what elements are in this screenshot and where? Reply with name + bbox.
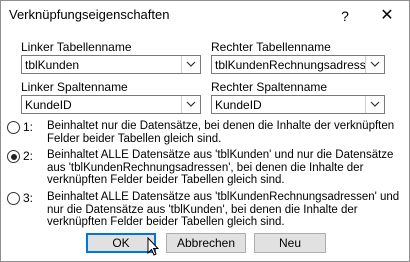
ok-button[interactable]: OK: [86, 233, 156, 253]
right-table-label: Rechter Tabellenname: [211, 40, 331, 54]
right-table-value: tblKundenRechnungsadressen: [215, 58, 367, 72]
new-button[interactable]: Neu: [254, 233, 326, 253]
option-2-line: verknüpften Felder beider Tabellen gleic…: [47, 174, 285, 186]
option-1-radio[interactable]: [7, 121, 20, 134]
option-2-line: Beinhaltet ALLE Datensätze aus 'tblKunde…: [47, 149, 394, 161]
left-table-combo[interactable]: tblKunden: [21, 55, 201, 74]
chevron-down-icon: [370, 61, 380, 67]
right-column-dropdown-button[interactable]: [365, 96, 384, 113]
help-button[interactable]: ?: [329, 1, 361, 31]
chevron-down-icon: [370, 101, 380, 107]
option-2-line: aus 'tblKundenRechnungsadressen', bei de…: [47, 161, 364, 174]
left-column-value: KundeID: [25, 98, 72, 112]
left-table-dropdown-button[interactable]: [181, 56, 200, 73]
left-column-combo[interactable]: KundeID: [21, 95, 201, 114]
mouse-cursor-icon: [147, 237, 160, 256]
right-column-label: Rechter Spaltenname: [211, 80, 328, 94]
right-column-combo[interactable]: KundeID: [211, 95, 385, 114]
left-column-label: Linker Spaltenname: [21, 80, 128, 94]
left-table-value: tblKunden: [25, 58, 80, 72]
left-column-dropdown-button[interactable]: [181, 96, 200, 113]
right-table-combo[interactable]: tblKundenRechnungsadressen: [211, 55, 385, 74]
option-3-radio[interactable]: [7, 192, 20, 205]
left-table-label: Linker Tabellenname: [21, 40, 132, 54]
option-1-line: Beinhaltet nur die Datensätze, bei denen…: [47, 120, 395, 132]
join-properties-dialog: Verknüpfungseigenschaften ? ✕ Linker Tab…: [0, 0, 410, 262]
option-3-line: nur die Datensätze aus 'tblKunden', bei …: [47, 203, 358, 216]
option-3-line: verknüpften Felder beider Tabellen gleic…: [47, 216, 285, 228]
option-1-line: Felder beider Tabellen gleich sind.: [47, 132, 222, 145]
option-1-text: Beinhaltet nur die Datensätze, bei denen…: [47, 120, 394, 145]
cancel-button[interactable]: Abbrechen: [166, 233, 246, 253]
option-2-text: Beinhaltet ALLE Datensätze aus 'tblKunde…: [47, 149, 393, 187]
chevron-down-icon: [186, 101, 196, 107]
option-3-text: Beinhaltet ALLE Datensätze aus 'tblKunde…: [47, 191, 399, 229]
radio-selected-dot: [10, 153, 17, 160]
close-button[interactable]: ✕: [369, 1, 405, 31]
option-3-line: Beinhaltet ALLE Datensätze aus 'tblKunde…: [47, 191, 400, 203]
option-3-number: 3:: [23, 191, 34, 205]
right-table-dropdown-button[interactable]: [365, 56, 384, 73]
dialog-title: Verknüpfungseigenschaften: [9, 7, 170, 22]
right-column-value: KundeID: [215, 98, 262, 112]
option-1-number: 1:: [23, 120, 34, 134]
option-2-number: 2:: [23, 149, 34, 163]
chevron-down-icon: [186, 61, 196, 67]
option-2-radio[interactable]: [7, 150, 20, 163]
